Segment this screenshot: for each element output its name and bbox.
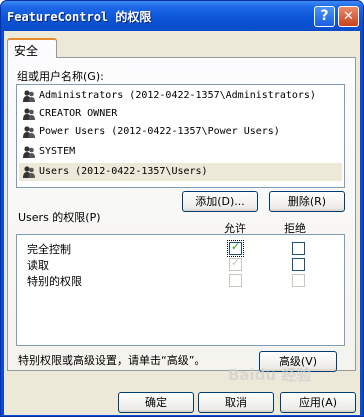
- deny-read-checkbox[interactable]: [292, 258, 305, 271]
- list-item[interactable]: SYSTEM: [19, 143, 342, 161]
- user-name: SYSTEM: [39, 146, 76, 157]
- cancel-button[interactable]: 取消: [198, 392, 274, 413]
- permissions-dialog: FeatureControl 的权限 ? ✕ 安全 组或用户名称(G): Adm…: [0, 0, 364, 417]
- allow-full-control-checkbox[interactable]: ✓: [227, 240, 244, 257]
- ok-button[interactable]: 确定: [118, 392, 194, 413]
- user-group-icon: [23, 108, 35, 120]
- deny-full-control-checkbox[interactable]: [292, 242, 305, 255]
- watermark: Baidu 经验: [228, 366, 312, 384]
- user-group-icon: [23, 166, 35, 178]
- list-item[interactable]: Power Users (2012-0422-1357\Power Users): [19, 123, 342, 141]
- allow-special-checkbox[interactable]: [229, 274, 242, 287]
- close-button[interactable]: ✕: [338, 6, 359, 27]
- help-icon: ?: [320, 8, 329, 24]
- user-group-icon: [23, 146, 35, 158]
- user-name: Users (2012-0422-1357\Users): [39, 166, 208, 177]
- remove-button[interactable]: 删除(R): [269, 191, 345, 212]
- permission-name: 读取: [27, 259, 49, 272]
- apply-button[interactable]: 应用(A): [280, 392, 356, 413]
- permissions-list: 完全控制 读取 特别的权限 ✓ ✓: [16, 234, 345, 346]
- title-bar[interactable]: FeatureControl 的权限 ? ✕: [1, 1, 363, 31]
- window-title: FeatureControl 的权限: [7, 10, 152, 24]
- close-icon: ✕: [343, 9, 354, 24]
- list-item[interactable]: CREATOR OWNER: [19, 105, 342, 123]
- user-group-icon: [23, 90, 35, 102]
- add-button[interactable]: 添加(D)...: [182, 191, 258, 212]
- permission-name: 特别的权限: [27, 275, 82, 288]
- checkmark-icon: ✓: [231, 240, 241, 253]
- users-list-label: 组或用户名称(G):: [17, 70, 104, 83]
- permission-name: 完全控制: [27, 243, 71, 256]
- help-button[interactable]: ?: [314, 6, 335, 27]
- deny-special-checkbox[interactable]: [292, 274, 305, 287]
- list-item[interactable]: Administrators (2012-0422-1357\Administr…: [19, 87, 342, 105]
- user-name: Administrators (2012-0422-1357\Administr…: [39, 90, 316, 101]
- user-name: CREATOR OWNER: [39, 108, 118, 119]
- permissions-label: Users 的权限(P): [18, 211, 101, 224]
- checkmark-icon: ✓: [231, 256, 241, 269]
- dialog-body: 安全 组或用户名称(G): Administrators (2012-0422-…: [4, 31, 360, 415]
- allow-read-checkbox[interactable]: ✓: [229, 256, 242, 271]
- advanced-hint: 特别权限或高级设置，请单击“高级”。: [18, 354, 206, 367]
- users-list[interactable]: Administrators (2012-0422-1357\Administr…: [16, 84, 345, 188]
- user-name: Power Users (2012-0422-1357\Power Users): [39, 126, 280, 137]
- list-item-selected[interactable]: Users (2012-0422-1357\Users): [19, 163, 342, 181]
- user-group-icon: [23, 126, 35, 138]
- tab-security[interactable]: 安全: [7, 38, 57, 58]
